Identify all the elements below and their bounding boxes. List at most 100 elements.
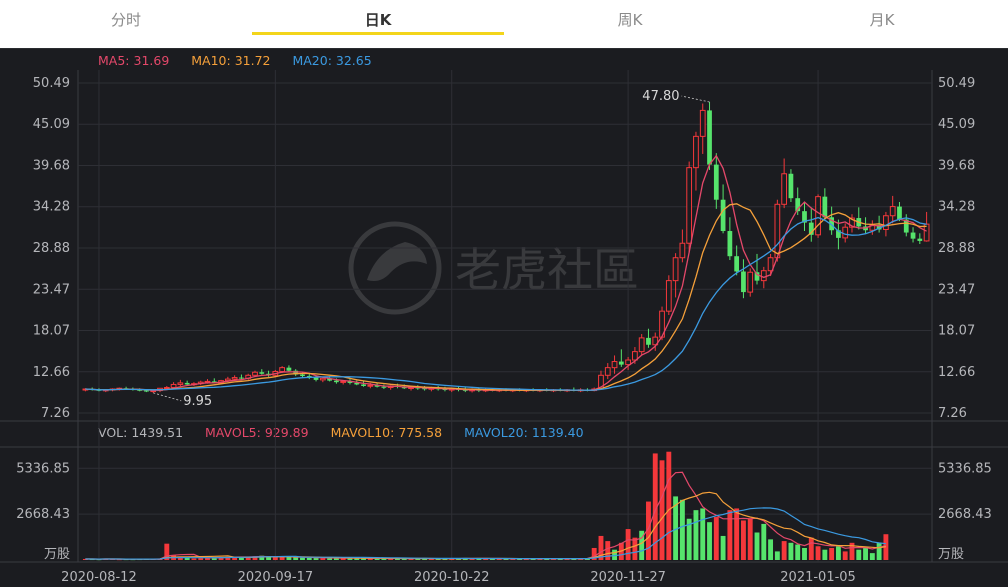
- volume-bar: [679, 499, 685, 560]
- candle-body: [231, 377, 238, 380]
- candle-body: [638, 337, 645, 353]
- price-tick-label-right: 28.88: [938, 241, 975, 256]
- candle-body: [604, 367, 611, 376]
- candle-body: [883, 215, 889, 230]
- ma10-line: [85, 203, 927, 391]
- volume-bar: [835, 546, 841, 560]
- volume-bar: [781, 541, 787, 560]
- active-tab-indicator: [252, 32, 504, 35]
- date-tick-label: 2020-11-27: [590, 570, 666, 585]
- candle-body: [632, 351, 638, 361]
- volume-bar: [713, 517, 719, 560]
- volume-bar: [720, 535, 726, 560]
- candle-body: [713, 164, 719, 200]
- price-tick-label-right: 23.47: [938, 282, 975, 297]
- candle-body: [720, 199, 726, 232]
- date-x-axis: 2020-08-12 2020-09-17 2020-10-22 2020-11-27…: [61, 570, 856, 585]
- price-tick-label-right: 7.26: [938, 406, 967, 421]
- candle-body: [239, 377, 244, 379]
- volume-bar: [768, 539, 774, 560]
- volume-bar: [795, 544, 801, 560]
- candle-body: [611, 361, 618, 369]
- period-tab-bar: 分时 日K 周K 月K: [0, 0, 1008, 48]
- candle-body: [679, 242, 686, 259]
- candle-body: [910, 232, 916, 239]
- candle-body: [707, 110, 712, 165]
- candle-body: [889, 206, 896, 217]
- tab-intraday[interactable]: 分时: [0, 0, 252, 36]
- candle-body: [340, 380, 347, 383]
- low-marker-line: [153, 392, 182, 402]
- volume-bar: [184, 557, 190, 560]
- price-gridlines: [0, 48, 1008, 563]
- volume-bar: [842, 551, 848, 560]
- candle-body: [822, 196, 828, 218]
- volume-bar: [802, 547, 807, 560]
- volume-bar: [774, 551, 780, 560]
- volume-bar: [734, 508, 740, 560]
- ma5-line: [85, 154, 927, 391]
- volume-bar: [625, 529, 631, 560]
- volume-bar: [632, 537, 638, 560]
- price-tick-label-right: 34.28: [938, 200, 975, 215]
- candle-body: [646, 337, 651, 345]
- tab-weekly-k[interactable]: 周K: [504, 0, 756, 36]
- candle-body: [672, 257, 679, 282]
- tab-daily-k[interactable]: 日K: [252, 0, 504, 36]
- candle-body: [170, 383, 177, 389]
- price-y-axis: 50.49 50.49 45.09 45.09 39.68 39.68 34.28 34.28…: [33, 76, 975, 421]
- volume-bar: [700, 508, 706, 560]
- candle-body: [163, 387, 170, 390]
- volume-bar: [815, 546, 821, 560]
- price-tick-label-right: 50.49: [938, 76, 975, 91]
- tab-monthly-k[interactable]: 月K: [756, 0, 1008, 36]
- volume-unit-label-right: 万股: [938, 547, 964, 562]
- candle-body: [177, 382, 184, 385]
- volume-bar: [191, 558, 197, 560]
- volume-bar: [740, 520, 746, 560]
- volume-bar: [869, 553, 875, 560]
- candle-body: [252, 371, 258, 376]
- volume-bar: [754, 532, 760, 560]
- kline-chart-panel[interactable]: MA5: 31.69 MA10: 31.72 MA20: 32.65 VOL: …: [0, 48, 1008, 587]
- candle-body: [334, 380, 339, 383]
- candle-body: [741, 271, 746, 293]
- candle-body: [747, 271, 754, 293]
- volume-bar: [822, 549, 828, 560]
- date-tick-label: 2020-08-12: [61, 570, 137, 585]
- volume-unit-label-left: 万股: [44, 547, 70, 562]
- volume-bar: [272, 557, 278, 560]
- candle-body: [259, 372, 265, 374]
- volume-bar: [808, 537, 814, 560]
- price-tick-label-left: 50.49: [33, 76, 70, 91]
- candle-body: [734, 256, 740, 272]
- volume-tick-label-right: 2668.43: [938, 507, 992, 522]
- volume-bar: [747, 518, 753, 560]
- candle-body: [897, 206, 902, 220]
- price-tick-label-right: 18.07: [938, 323, 975, 338]
- volume-bar: [659, 460, 665, 560]
- candle-body: [381, 386, 387, 388]
- price-tick-label-right: 45.09: [938, 117, 975, 132]
- low-price-label: 9.95: [183, 394, 212, 409]
- candlestick-series: [82, 102, 930, 393]
- candle-body: [319, 377, 326, 381]
- candle-body: [693, 135, 699, 169]
- candle-body: [699, 109, 706, 137]
- candle-body: [788, 173, 794, 199]
- candle-body: [204, 380, 211, 383]
- volume-tick-label-left: 5336.85: [16, 461, 70, 476]
- candle-body: [686, 167, 693, 244]
- candle-body: [313, 377, 319, 380]
- price-tick-label-left: 39.68: [33, 159, 70, 174]
- date-tick-label: 2020-10-22: [414, 570, 490, 585]
- price-tick-label-right: 39.68: [938, 159, 975, 174]
- candle-body: [727, 231, 733, 257]
- volume-bar: [293, 557, 299, 560]
- volume-bar: [666, 451, 672, 560]
- volume-bar: [286, 557, 292, 560]
- volume-bar: [761, 523, 767, 560]
- candle-body: [279, 367, 286, 372]
- price-tick-label-left: 12.66: [33, 365, 70, 380]
- candle-body: [367, 384, 374, 387]
